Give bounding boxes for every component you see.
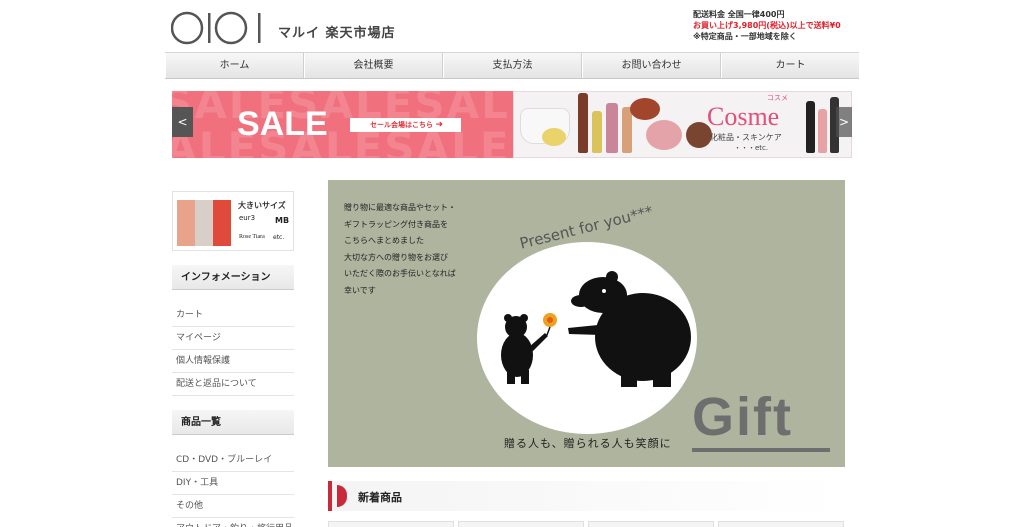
slider-prev-icon[interactable]: < [172, 107, 193, 137]
gift-text-line: こちらへまとめました [344, 236, 424, 245]
nav-company[interactable]: 会社概要 [304, 53, 443, 78]
gift-description: 贈り物に最適な商品やセット・ ギフトラッピング付き商品を こちらへまとめました … [344, 200, 494, 299]
info-heading: インフォメーション [172, 265, 294, 290]
gift-text-line: 贈り物に最適な商品やセット・ [344, 203, 456, 212]
nail-polish-image [818, 109, 827, 153]
banner-slider: SALESALESALESALE SALESALESALESALE SALE セ… [172, 91, 852, 158]
sidebar-link-cd-dvd[interactable]: CD・DVD・ブルーレイ [172, 449, 294, 472]
sidebar-link-privacy[interactable]: 個人情報保護 [172, 350, 294, 373]
cosme-banner[interactable]: コスメ Cosme 化粧品・スキンケア ・・・etc. [513, 91, 852, 158]
bottle-image [622, 107, 632, 153]
clothing-image [213, 200, 231, 246]
gift-text-line: ギフトラッピング付き商品を [344, 219, 448, 229]
sidebar-link-mypage[interactable]: マイページ [172, 327, 294, 350]
sale-link-label: セール会場はこちら [370, 121, 433, 129]
sale-banner[interactable]: SALESALESALESALE SALESALESALESALE SALE セ… [172, 91, 513, 158]
bottle-image [592, 111, 602, 153]
product-card[interactable] [588, 521, 714, 527]
oioi-logo[interactable] [171, 10, 263, 46]
nav-contact[interactable]: お問い合わせ [582, 53, 721, 78]
sale-title: SALE [237, 105, 328, 143]
gift-title: Gift [692, 387, 793, 447]
shipping-note: ※特定商品・一部地域を除く [693, 32, 797, 41]
body-butter-image [646, 120, 682, 150]
shop-name: マルイ 楽天市場店 [278, 26, 396, 41]
global-nav: ホーム 会社概要 支払方法 お問い合わせ カート [165, 52, 859, 79]
new-items-heading: 新着商品 [358, 491, 402, 504]
cream-jar-image [542, 128, 566, 146]
site-header: マルイ 楽天市場店 配送料金 全国一律400円 お買い上げ3,980円(税込)以… [165, 0, 859, 52]
sidebar-link-outdoor[interactable]: アウトドア・釣り・旅行用品 [172, 518, 294, 527]
gift-underline [692, 448, 830, 452]
gift-caption: 贈る人も、贈られる人も笑顔に [504, 437, 672, 450]
heading-marker-icon [337, 485, 347, 507]
clothing-image [177, 200, 195, 246]
sidebar-link-diy[interactable]: DIY・工具 [172, 472, 294, 495]
cosme-title: Cosme [707, 102, 780, 131]
clothing-image [195, 200, 213, 246]
nav-home[interactable]: ホーム [165, 53, 304, 78]
bottle-image [606, 103, 618, 153]
gift-banner[interactable]: 贈り物に最適な商品やセット・ ギフトラッピング付き商品を こちらへまとめました … [328, 180, 845, 467]
large-size-banner[interactable]: 大きいサイズ eur3 MB Rose Tiara etc. [172, 191, 294, 251]
sidebar-link-other[interactable]: その他 [172, 495, 294, 518]
products-heading: 商品一覧 [172, 410, 294, 435]
gift-text-line: 大切な方への贈り物をお選び [344, 252, 448, 262]
bottle-image [578, 93, 588, 153]
bear-illustration [501, 271, 691, 387]
large-size-title: 大きいサイズ [238, 201, 286, 210]
cosme-subtitle: 化粧品・スキンケア [710, 133, 782, 142]
sidebar-link-cart[interactable]: カート [172, 304, 294, 327]
cosme-etc: ・・・etc. [734, 144, 769, 152]
new-items-heading-bar: 新着商品 [328, 481, 845, 511]
slider-next-icon[interactable]: > [836, 107, 852, 137]
nav-cart[interactable]: カート [721, 53, 859, 78]
brand-mb: MB [275, 216, 290, 225]
scrub-jar-image [630, 98, 660, 120]
product-card[interactable] [458, 521, 584, 527]
nail-polish-image [806, 101, 815, 153]
free-shipping-text: お買い上げ3,980円(税込)以上で送料¥0 [693, 21, 841, 30]
brand-etc: etc. [273, 234, 285, 241]
nav-payment[interactable]: 支払方法 [443, 53, 582, 78]
shipping-info: 配送料金 全国一律400円 お買い上げ3,980円(税込)以上で送料¥0 ※特定… [693, 9, 853, 42]
gift-text-line: いただく際のお手伝いとなれば [344, 269, 456, 278]
brand-eur3: eur3 [239, 214, 256, 222]
brand-rose-tiara: Rose Tiara [239, 234, 265, 240]
sale-bg-text: SALESALESALESALE [172, 123, 513, 158]
shipping-fee-text: 配送料金 全国一律400円 [693, 10, 785, 19]
arrow-right-icon: ➜ [435, 120, 443, 130]
product-card[interactable] [718, 521, 844, 527]
sidebar-link-shipping-returns[interactable]: 配送と返品について [172, 373, 294, 396]
gift-text-line: 幸いです [344, 285, 376, 295]
sale-link-button[interactable]: セール会場はこちら ➜ [350, 118, 461, 132]
product-card[interactable] [328, 521, 454, 527]
